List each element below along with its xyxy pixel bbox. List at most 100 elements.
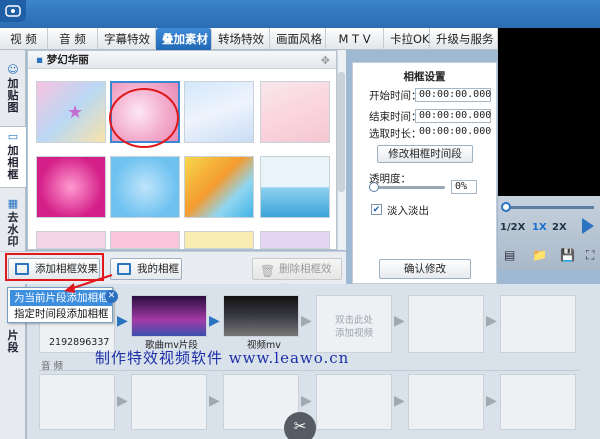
frame-thumbnail[interactable] <box>260 231 330 249</box>
arrow-right-icon: ▶ <box>301 313 312 329</box>
side-tab-label: 加相框 <box>7 144 19 181</box>
timeline-clip-thumbnail[interactable] <box>223 295 299 337</box>
frame-gallery: ▪ 梦幻华丽 ✥ ★ <box>27 50 337 250</box>
progress-handle[interactable] <box>501 202 511 212</box>
frame-thumbnail[interactable] <box>260 156 330 218</box>
fullscreen-icon[interactable]: ⛶ <box>586 248 594 263</box>
star-icon: ★ <box>67 102 84 123</box>
fade-label: 淡入淡出 <box>387 205 429 217</box>
watermark-text: 制作特效视频软件 www.leawo.cn <box>95 349 350 367</box>
trash-icon: 🗑 <box>260 264 276 278</box>
settings-title: 相框设置 <box>403 71 446 83</box>
start-time-field[interactable]: 00:00:00.000 <box>415 88 491 102</box>
speed-1x[interactable]: 1X <box>532 222 547 233</box>
arrow-right-icon: ▶ <box>209 313 220 329</box>
annotation-arrow <box>64 274 113 293</box>
arrow-right-icon: ▶ <box>117 313 128 329</box>
opacity-slider-handle[interactable] <box>369 182 379 192</box>
gallery-category-header: ▪ 梦幻华丽 <box>28 51 336 69</box>
video-preview <box>498 28 600 196</box>
empty-video-slot[interactable] <box>500 295 576 353</box>
my-frames-button-label: 我的相框 <box>137 263 179 275</box>
empty-slot-hint: 双击此处 <box>334 315 373 326</box>
scissors-icon[interactable]: ✂ <box>284 412 316 439</box>
tab-audio[interactable]: 音 频 <box>48 28 98 50</box>
frame-thumbnail[interactable] <box>110 156 180 218</box>
end-time-label: 结束时间： <box>369 111 422 123</box>
smiley-icon: ☺ <box>7 63 19 76</box>
my-frames-button[interactable]: 我的相框 <box>110 258 182 280</box>
save-icon[interactable]: 💾 <box>560 248 575 262</box>
menu-item-add-to-time-range[interactable]: 指定时间段添加相框 <box>10 306 112 322</box>
start-time-label: 开始时间： <box>369 90 422 102</box>
arrow-right-icon: ▶ <box>486 313 497 329</box>
end-time-field[interactable]: 00:00:00.000 <box>415 109 491 123</box>
folder-icon[interactable]: 📁 <box>532 248 547 262</box>
player-controls: 1/2X 1X 2X ▤ 📁 💾 ⛶ <box>498 196 600 270</box>
arrow-right-icon: ▶ <box>117 393 128 409</box>
move-icon[interactable]: ✥ <box>321 54 330 67</box>
tab-karaoke[interactable]: 卡拉OK <box>384 28 430 50</box>
frame-thumbnail[interactable] <box>184 231 254 249</box>
empty-slot-hint: 添加视频 <box>334 328 373 339</box>
delete-frame-button[interactable]: 🗑 删除相框效果 <box>252 258 342 295</box>
arrow-right-icon: ▶ <box>209 393 220 409</box>
frame-thumbnail[interactable] <box>260 81 330 143</box>
side-tab-label: 片段 <box>7 329 19 354</box>
side-tab-clips[interactable]: 片段 <box>0 330 26 354</box>
category-icon: ▪ <box>36 54 44 66</box>
side-tab-bar: ☺ 加贴图 ▭ 加相框 ▦ 去水印 片段 <box>0 50 26 439</box>
tab-upgrade-service[interactable]: 升级与服务 <box>430 28 498 50</box>
opacity-slider-track[interactable] <box>371 186 445 189</box>
annotation-circle <box>109 88 179 148</box>
arrow-right-icon: ▶ <box>394 313 405 329</box>
title-bar <box>0 0 600 28</box>
app-window: 视 频 音 频 字幕特效 叠加素材 转场特效 画面风格 M T V 卡拉OK 升… <box>0 0 600 439</box>
timeline-clip-thumbnail[interactable] <box>131 295 207 337</box>
frame-thumbnail[interactable] <box>36 231 106 249</box>
modify-time-button[interactable]: 修改相框时间段 <box>377 145 473 163</box>
fade-checkbox[interactable]: ✔ <box>371 204 382 215</box>
tab-mtv[interactable]: M T V <box>326 28 384 50</box>
app-logo-icon[interactable] <box>0 0 26 22</box>
speed-half[interactable]: 1/2X <box>500 222 525 233</box>
side-tab-label: 去水印 <box>7 211 19 248</box>
play-icon[interactable] <box>582 218 594 234</box>
frame-thumbnail[interactable]: ★ <box>36 81 106 143</box>
gallery-category-title: 梦幻华丽 <box>46 54 89 66</box>
side-tab-add-sticker[interactable]: ☺ 加贴图 <box>0 64 26 114</box>
frame-thumbnail[interactable] <box>110 231 180 249</box>
mosaic-icon: ▦ <box>7 197 19 210</box>
progress-track[interactable] <box>504 206 594 209</box>
empty-audio-slot[interactable] <box>500 374 576 430</box>
tab-picture-style[interactable]: 画面风格 <box>270 28 326 50</box>
track-divider <box>39 370 579 371</box>
frame-thumbnail[interactable] <box>184 81 254 143</box>
empty-audio-slot[interactable] <box>131 374 207 430</box>
tab-video[interactable]: 视 频 <box>0 28 48 50</box>
frame-thumbnail[interactable] <box>36 156 106 218</box>
empty-video-slot[interactable] <box>408 295 484 353</box>
export-icon[interactable]: ▤ <box>504 248 515 262</box>
arrow-right-icon: ▶ <box>301 393 312 409</box>
frame-settings-panel: 相框设置 开始时间： 00:00:00.000 结束时间： 00:00:00.0… <box>352 62 497 284</box>
speed-2x[interactable]: 2X <box>552 222 567 233</box>
duration-value: 00:00:00.000 <box>419 126 492 137</box>
empty-video-slot[interactable]: 双击此处 添加视频 <box>316 295 392 353</box>
arrow-right-icon: ▶ <box>394 393 405 409</box>
tab-transition[interactable]: 转场特效 <box>212 28 270 50</box>
frame-thumbnail[interactable] <box>184 156 254 218</box>
opacity-field[interactable]: 0% <box>451 180 477 194</box>
confirm-modify-button[interactable]: 确认修改 <box>379 259 471 279</box>
gallery-scroll-thumb[interactable] <box>338 72 345 192</box>
tab-overlay[interactable]: 叠加素材 <box>156 28 212 50</box>
side-tab-remove-watermark[interactable]: ▦ 去水印 <box>0 198 26 248</box>
empty-audio-slot[interactable] <box>316 374 392 430</box>
empty-audio-slot[interactable] <box>39 374 115 430</box>
side-tab-add-frame[interactable]: ▭ 加相框 <box>0 126 26 188</box>
tab-subtitle-effects[interactable]: 字幕特效 <box>98 28 156 50</box>
frame-icon: ▭ <box>7 130 19 143</box>
side-tab-label: 加贴图 <box>7 77 19 114</box>
empty-audio-slot[interactable] <box>408 374 484 430</box>
arrow-right-icon: ▶ <box>486 393 497 409</box>
